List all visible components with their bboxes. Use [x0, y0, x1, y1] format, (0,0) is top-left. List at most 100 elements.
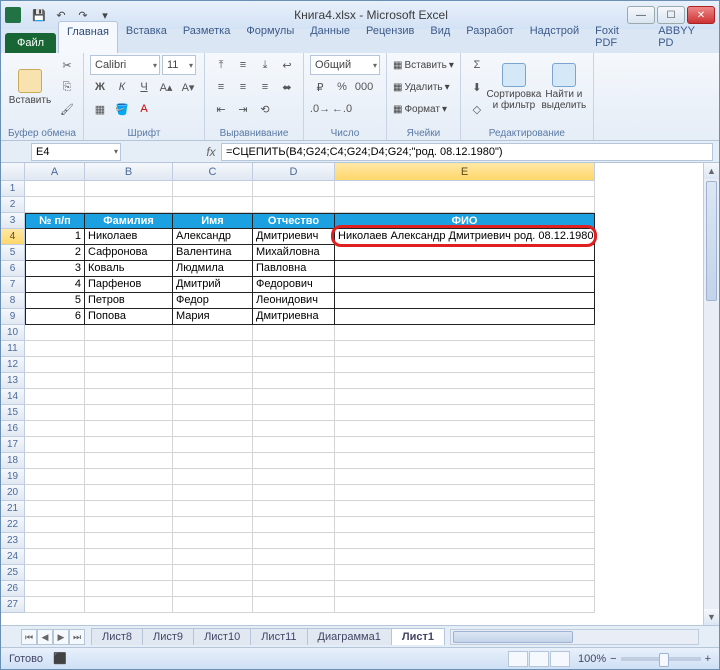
cell-D8[interactable]: Леонидович — [253, 293, 335, 309]
cell-B23[interactable] — [85, 533, 173, 549]
fill-icon[interactable]: ⬇ — [467, 77, 487, 97]
cell-A18[interactable] — [25, 453, 85, 469]
cell-E3[interactable]: ФИО — [335, 213, 595, 229]
zoom-out-button[interactable]: − — [610, 653, 616, 665]
cell-E11[interactable] — [335, 341, 595, 357]
row-header-20[interactable]: 20 — [1, 485, 25, 501]
autosum-icon[interactable]: Σ — [467, 55, 487, 75]
cell-A2[interactable] — [25, 197, 85, 213]
cell-C6[interactable]: Людмила — [173, 261, 253, 277]
cell-D18[interactable] — [253, 453, 335, 469]
row-header-1[interactable]: 1 — [1, 181, 25, 197]
cell-B26[interactable] — [85, 581, 173, 597]
sort-filter-button[interactable]: Сортировка и фильтр — [491, 55, 537, 119]
scroll-down-icon[interactable]: ▼ — [704, 609, 719, 625]
cell-A24[interactable] — [25, 549, 85, 565]
font-name-combo[interactable]: Calibri — [90, 55, 160, 75]
cell-A12[interactable] — [25, 357, 85, 373]
cell-A9[interactable]: 6 — [25, 309, 85, 325]
row-header-24[interactable]: 24 — [1, 549, 25, 565]
row-header-13[interactable]: 13 — [1, 373, 25, 389]
fx-icon[interactable]: fx — [201, 145, 221, 159]
cell-C24[interactable] — [173, 549, 253, 565]
file-tab[interactable]: Файл — [5, 33, 56, 53]
cell-E19[interactable] — [335, 469, 595, 485]
cell-B17[interactable] — [85, 437, 173, 453]
cell-D15[interactable] — [253, 405, 335, 421]
cell-B22[interactable] — [85, 517, 173, 533]
cell-C2[interactable] — [173, 197, 253, 213]
cell-D7[interactable]: Федорович — [253, 277, 335, 293]
ribbon-tab-разметка[interactable]: Разметка — [175, 21, 239, 53]
column-header-C[interactable]: C — [173, 163, 253, 181]
cell-A14[interactable] — [25, 389, 85, 405]
zoom-in-button[interactable]: + — [705, 653, 711, 665]
sheet-tab-Диаграмма1[interactable]: Диаграмма1 — [307, 628, 392, 645]
cell-D2[interactable] — [253, 197, 335, 213]
cell-A20[interactable] — [25, 485, 85, 501]
cell-A26[interactable] — [25, 581, 85, 597]
ribbon-tab-разработ[interactable]: Разработ — [458, 21, 521, 53]
ribbon-tab-foxit pdf[interactable]: Foxit PDF — [587, 21, 650, 53]
border-icon[interactable]: ▦ — [90, 99, 110, 119]
scroll-thumb[interactable] — [706, 181, 717, 301]
cell-E12[interactable] — [335, 357, 595, 373]
cell-A19[interactable] — [25, 469, 85, 485]
ribbon-tab-abbyy pd[interactable]: ABBYY PD — [650, 21, 719, 53]
cell-C26[interactable] — [173, 581, 253, 597]
zoom-slider[interactable] — [621, 657, 701, 661]
ribbon-tab-формулы[interactable]: Формулы — [238, 21, 302, 53]
sheet-tab-Лист9[interactable]: Лист9 — [142, 628, 194, 645]
ribbon-tab-вставка[interactable]: Вставка — [118, 21, 175, 53]
cell-E18[interactable] — [335, 453, 595, 469]
cell-D13[interactable] — [253, 373, 335, 389]
row-header-12[interactable]: 12 — [1, 357, 25, 373]
ribbon-tab-главная[interactable]: Главная — [58, 21, 118, 53]
cell-E14[interactable] — [335, 389, 595, 405]
wrap-text-icon[interactable]: ↩ — [277, 55, 297, 75]
cell-E20[interactable] — [335, 485, 595, 501]
cell-A13[interactable] — [25, 373, 85, 389]
cell-C21[interactable] — [173, 501, 253, 517]
sheet-tab-Лист10[interactable]: Лист10 — [193, 628, 251, 645]
cell-D4[interactable]: Дмитриевич — [253, 229, 335, 245]
cell-C5[interactable]: Валентина — [173, 245, 253, 261]
cell-E7[interactable] — [335, 277, 595, 293]
cell-B25[interactable] — [85, 565, 173, 581]
vertical-scrollbar[interactable]: ▲ ▼ — [703, 163, 719, 625]
cell-C12[interactable] — [173, 357, 253, 373]
align-center-icon[interactable]: ≡ — [233, 77, 253, 97]
decrease-decimal-icon[interactable]: ←.0 — [332, 99, 352, 119]
cell-D25[interactable] — [253, 565, 335, 581]
cell-B19[interactable] — [85, 469, 173, 485]
cell-D11[interactable] — [253, 341, 335, 357]
cell-E4[interactable]: Николаев Александр Дмитриевич род. 08.12… — [335, 229, 595, 245]
row-header-15[interactable]: 15 — [1, 405, 25, 421]
row-header-10[interactable]: 10 — [1, 325, 25, 341]
cell-B6[interactable]: Коваль — [85, 261, 173, 277]
save-icon[interactable]: 💾 — [29, 5, 49, 25]
cell-E13[interactable] — [335, 373, 595, 389]
column-header-E[interactable]: E — [335, 163, 595, 181]
italic-button[interactable]: К — [112, 77, 132, 97]
cell-E25[interactable] — [335, 565, 595, 581]
cell-E16[interactable] — [335, 421, 595, 437]
cell-C11[interactable] — [173, 341, 253, 357]
bold-button[interactable]: Ж — [90, 77, 110, 97]
font-color-icon[interactable]: A — [134, 99, 154, 119]
cell-A5[interactable]: 2 — [25, 245, 85, 261]
ribbon-tab-данные[interactable]: Данные — [302, 21, 358, 53]
cell-B16[interactable] — [85, 421, 173, 437]
cell-D21[interactable] — [253, 501, 335, 517]
sheet-next-icon[interactable]: ▶ — [53, 629, 69, 645]
cell-D9[interactable]: Дмитриевна — [253, 309, 335, 325]
sheet-tab-Лист8[interactable]: Лист8 — [91, 628, 143, 645]
cell-B12[interactable] — [85, 357, 173, 373]
cell-D19[interactable] — [253, 469, 335, 485]
decrease-indent-icon[interactable]: ⇤ — [211, 99, 231, 119]
copy-icon[interactable]: ⎘ — [57, 77, 77, 97]
column-header-B[interactable]: B — [85, 163, 173, 181]
paste-button[interactable]: Вставить — [7, 55, 53, 119]
row-header-8[interactable]: 8 — [1, 293, 25, 309]
cell-A11[interactable] — [25, 341, 85, 357]
